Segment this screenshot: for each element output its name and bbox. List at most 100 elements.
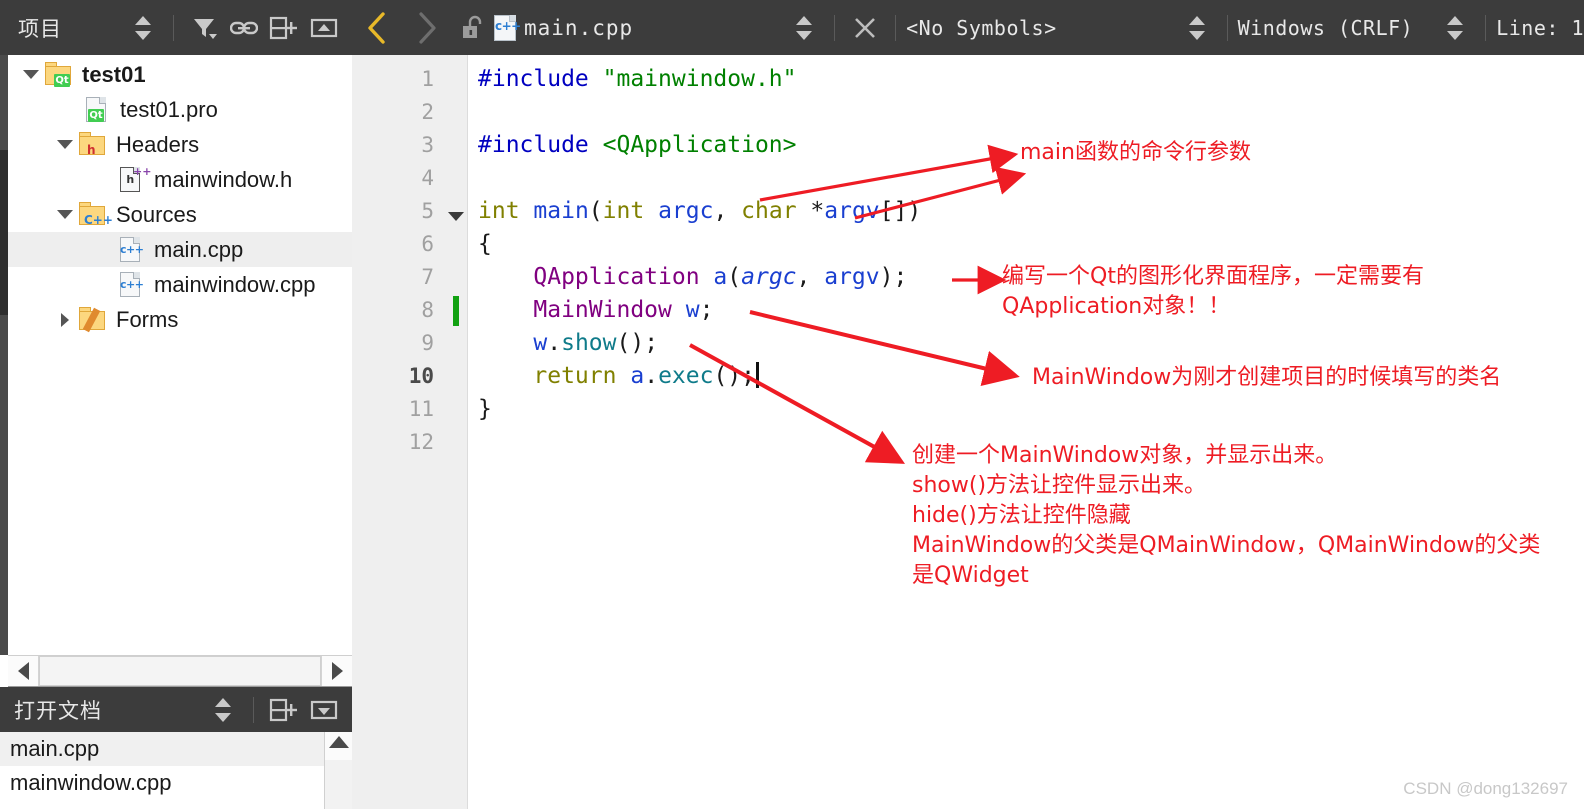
hscroll-track[interactable] bbox=[38, 656, 322, 686]
line-number: 9 bbox=[421, 331, 434, 355]
open-document-main-cpp[interactable]: main.cpp bbox=[0, 732, 352, 766]
expander-down-icon[interactable] bbox=[52, 197, 78, 232]
dropdown-icon[interactable] bbox=[307, 693, 341, 727]
expander-down-icon[interactable] bbox=[52, 127, 78, 162]
toolbar-divider bbox=[1226, 14, 1228, 41]
line-number: 8 bbox=[421, 298, 434, 322]
fold-marker-icon[interactable] bbox=[448, 212, 464, 221]
filter-icon[interactable] bbox=[187, 11, 221, 45]
cpp-file-icon: c++ bbox=[116, 270, 146, 300]
cpp-file-icon: c++ bbox=[116, 235, 146, 265]
tree-item-label: test01 bbox=[82, 61, 146, 87]
symbols-spinner[interactable] bbox=[1180, 11, 1214, 45]
annotation-mainwindow: MainWindow为刚才创建项目的时候填写的类名 bbox=[1032, 365, 1502, 390]
code-text-area[interactable]: #include "mainwindow.h" #include <QAppli… bbox=[468, 55, 1584, 809]
line-number: 12 bbox=[408, 430, 434, 454]
open-document-mainwindow-cpp[interactable]: mainwindow.cpp bbox=[0, 766, 352, 800]
project-pane-toolbar: 项目 bbox=[0, 0, 352, 55]
tree-item-headers[interactable]: h Headers bbox=[8, 127, 352, 162]
line-number: 11 bbox=[408, 397, 434, 421]
scroll-right-button[interactable] bbox=[322, 656, 352, 686]
active-file-name[interactable]: main.cpp bbox=[524, 16, 633, 40]
code-line-11: } bbox=[478, 396, 492, 422]
toolbar-divider bbox=[253, 696, 254, 723]
open-documents-title: 打开文档 bbox=[14, 698, 102, 723]
tree-item-mainwindow-h[interactable]: h ++ mainwindow.h bbox=[8, 162, 352, 197]
code-line-3: #include <QApplication> bbox=[478, 132, 797, 158]
unlock-icon[interactable] bbox=[455, 11, 489, 45]
code-line-1: #include "mainwindow.h" bbox=[478, 66, 797, 92]
code-editor[interactable]: 1 2 3 4 5 6 7 8 9 10 11 12 #include "mai… bbox=[352, 55, 1584, 809]
vscroll-track[interactable] bbox=[325, 760, 352, 809]
line-number: 6 bbox=[421, 232, 434, 256]
open-documents-list[interactable]: main.cpp mainwindow.cpp bbox=[0, 732, 352, 809]
tree-item-mainwindow-cpp[interactable]: c++ mainwindow.cpp bbox=[8, 267, 352, 302]
line-number: 1 bbox=[421, 67, 434, 91]
annotation-show: 创建一个MainWindow对象，并显示出来。 show()方法让控件显示出来。… bbox=[912, 443, 1541, 588]
top-toolbar: 项目 c++ main.cpp <No Symbols> Windows (CR… bbox=[0, 0, 1584, 55]
qt-file-icon: Qt bbox=[82, 95, 112, 125]
tree-item-label: Sources bbox=[116, 201, 197, 227]
project-sync-spinner[interactable] bbox=[126, 11, 160, 45]
toolbar-divider bbox=[173, 14, 174, 41]
link-icon[interactable] bbox=[227, 11, 261, 45]
line-number: 7 bbox=[421, 265, 434, 289]
project-pane-title: 项目 bbox=[18, 16, 62, 41]
back-chevron-icon[interactable] bbox=[360, 8, 394, 48]
tree-item-main-cpp[interactable]: c++ main.cpp bbox=[8, 232, 352, 267]
text-cursor bbox=[756, 362, 759, 388]
code-line-9: w.show(); bbox=[533, 330, 659, 356]
code-line-10: return a.exec(); bbox=[478, 360, 759, 393]
line-ending-spinner[interactable] bbox=[1438, 11, 1472, 45]
line-ending-selector[interactable]: Windows (CRLF) bbox=[1238, 16, 1414, 40]
line-number: 2 bbox=[421, 100, 434, 124]
tree-item-label: mainwindow.h bbox=[154, 166, 293, 192]
close-icon[interactable] bbox=[848, 11, 882, 45]
expander-down-icon[interactable] bbox=[18, 57, 44, 92]
qt-creator-window: 项目 c++ main.cpp <No Symbols> Windows (CR… bbox=[0, 0, 1584, 809]
tree-item-label: test01.pro bbox=[120, 96, 218, 122]
code-line-7: QApplication a(argc, argv); bbox=[533, 264, 908, 290]
open-documents-vscrollbar[interactable] bbox=[324, 732, 352, 809]
tree-item-test01[interactable]: Qt test01 bbox=[8, 57, 352, 92]
annotation-argv: main函数的命令行参数 bbox=[1020, 140, 1251, 165]
tree-item-label: main.cpp bbox=[154, 236, 244, 262]
editor-gutter[interactable]: 1 2 3 4 5 6 7 8 9 10 11 12 bbox=[352, 55, 468, 809]
project-tree[interactable]: Qt test01 Qt test01.pro h Headers h ++ m… bbox=[8, 55, 352, 655]
cpp-folder-icon: C++ bbox=[78, 200, 113, 230]
line-number-current: 10 bbox=[408, 364, 434, 388]
tree-item-sources[interactable]: C++ Sources bbox=[8, 197, 352, 232]
h-file-icon: h ++ bbox=[116, 165, 151, 195]
open-document-label: main.cpp bbox=[10, 736, 100, 761]
tree-item-label: Forms bbox=[116, 306, 179, 332]
symbols-selector[interactable]: <No Symbols> bbox=[906, 16, 1057, 40]
line-indicator[interactable]: Line: 1 bbox=[1496, 16, 1584, 40]
forward-chevron-icon[interactable] bbox=[410, 8, 444, 48]
file-list-spinner[interactable] bbox=[787, 11, 821, 45]
code-line-5: int main(int argc, char *argv[]) bbox=[478, 198, 922, 224]
toolbar-divider bbox=[834, 14, 836, 41]
line-number: 5 bbox=[421, 199, 434, 223]
tree-item-label: mainwindow.cpp bbox=[154, 271, 316, 297]
scroll-up-button[interactable] bbox=[328, 736, 349, 748]
collapse-icon[interactable] bbox=[307, 11, 341, 45]
toolbar-divider bbox=[895, 14, 897, 41]
cpp-file-icon: c++ bbox=[492, 13, 521, 43]
expander-right-icon[interactable] bbox=[52, 302, 78, 337]
open-documents-spinner[interactable] bbox=[206, 693, 240, 727]
code-line-6: { bbox=[478, 231, 492, 257]
code-line-8: MainWindow w; bbox=[533, 297, 714, 323]
scroll-left-button[interactable] bbox=[8, 656, 38, 686]
editor-toolbar: c++ main.cpp <No Symbols> Windows (CRLF)… bbox=[352, 0, 1584, 55]
line-number: 4 bbox=[421, 166, 434, 190]
tree-item-forms[interactable]: Forms bbox=[8, 302, 352, 337]
split-add-icon[interactable] bbox=[267, 693, 301, 727]
line-number: 3 bbox=[421, 133, 434, 157]
hscroll-thumb[interactable] bbox=[39, 656, 321, 686]
forms-folder-icon bbox=[78, 305, 108, 335]
tree-item-test01-pro[interactable]: Qt test01.pro bbox=[8, 92, 352, 127]
project-tree-hscrollbar[interactable] bbox=[8, 655, 352, 687]
left-edge-strip bbox=[0, 55, 8, 655]
h-folder-icon: h bbox=[78, 130, 108, 160]
split-add-icon[interactable] bbox=[267, 11, 301, 45]
